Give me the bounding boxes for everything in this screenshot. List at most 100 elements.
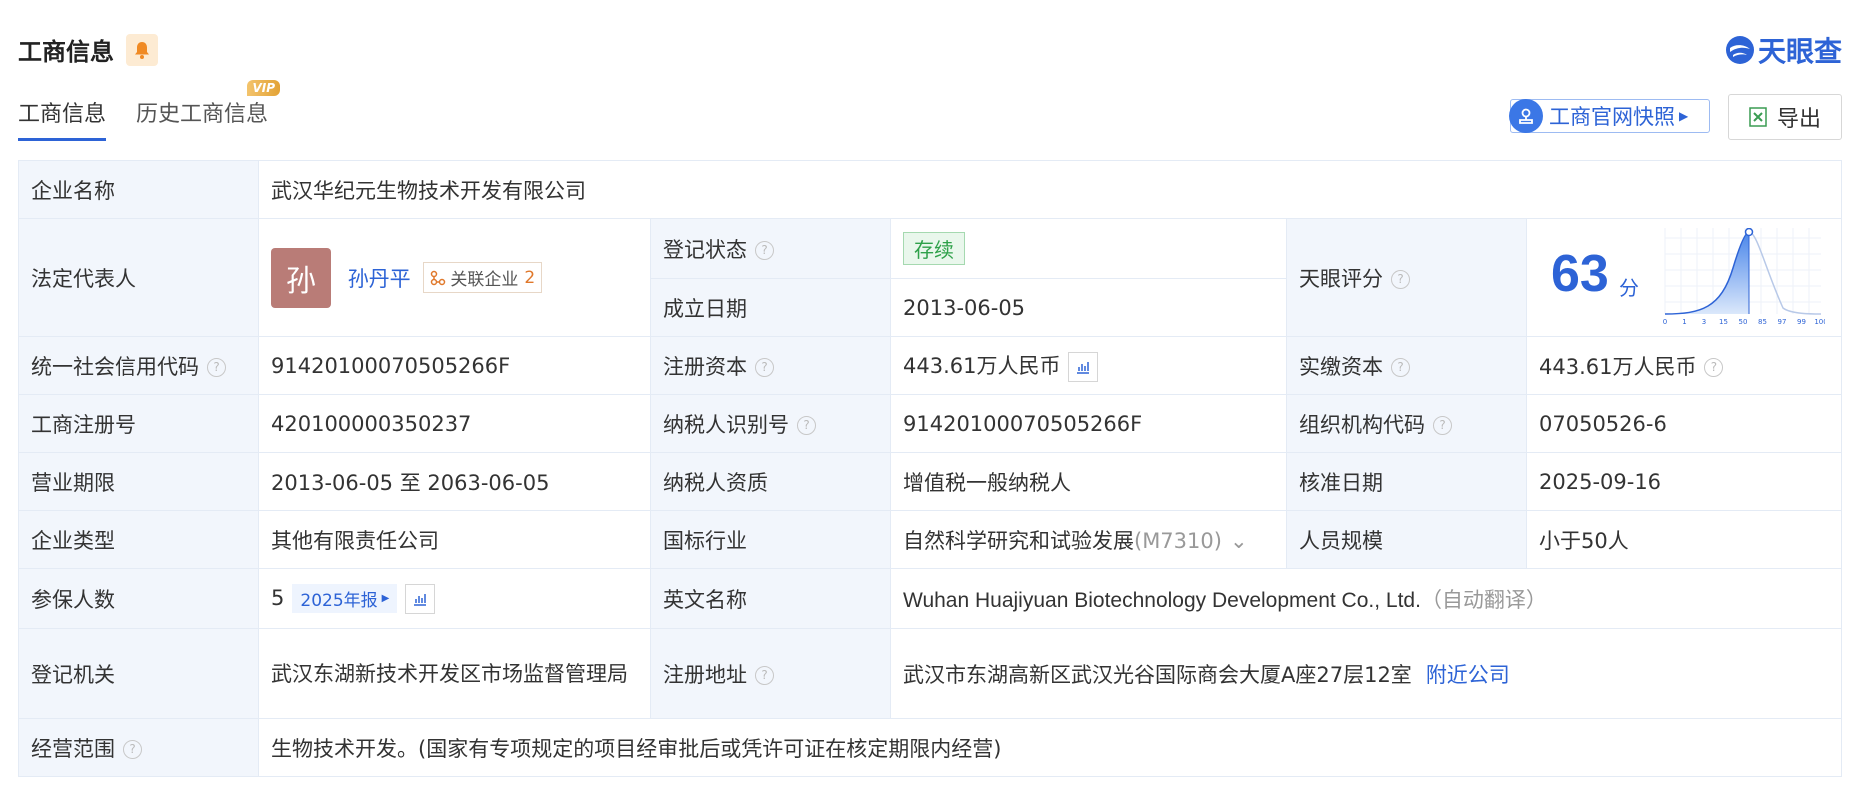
caret-right-icon: ▶	[1679, 109, 1689, 123]
legal-rep-cell: 孙 孙丹平 关联企业 2	[258, 218, 651, 337]
bell-icon[interactable]	[126, 33, 158, 66]
founded-label: 成立日期	[650, 278, 891, 337]
taxpayer-id-value: 91420100070505266F	[890, 394, 1287, 453]
status-badge: 存续	[903, 232, 965, 265]
company-type-value: 其他有限责任公司	[258, 510, 651, 569]
table-row: 经营范围? 生物技术开发。(国家有专项规定的项目经审批后或凭许可证在核定期限内经…	[18, 718, 1842, 777]
table-row: 营业期限 2013-06-05 至 2063-06-05 纳税人资质 增值税一般…	[18, 452, 1842, 511]
business-info-page: 工商信息 天眼查 工商信息 历史工商信息 VIP 工商官网快照 ▶ 导出 企业名…	[0, 0, 1876, 804]
legal-rep-label: 法定代表人	[18, 218, 259, 337]
reg-authority-label: 登记机关	[18, 628, 259, 719]
industry-value: 自然科学研究和试验发展	[903, 528, 1134, 553]
reg-address-label: 注册地址?	[650, 628, 891, 719]
reg-no-label: 工商注册号	[18, 394, 259, 453]
reg-status-cell: 存续	[890, 218, 1287, 279]
score-distribution-chart: 0 1 3 15 50 85 97 99 100	[1663, 227, 1825, 326]
reg-status-label: 登记状态?	[650, 218, 891, 279]
term-value: 2013-06-05 至 2063-06-05	[258, 452, 651, 511]
taxpayer-id-label: 纳税人识别号?	[650, 394, 891, 453]
annual-report-badge[interactable]: 2025年报 ▶	[292, 584, 398, 613]
help-icon[interactable]: ?	[755, 666, 774, 685]
tyc-score-label: 天眼评分?	[1286, 218, 1527, 337]
score-tick-label: 15	[1719, 318, 1728, 326]
help-icon[interactable]: ?	[755, 241, 774, 260]
auto-translate-note: （自动翻译）	[1420, 587, 1547, 612]
tab-business-info[interactable]: 工商信息	[18, 96, 107, 141]
network-icon	[431, 270, 446, 285]
related-companies-label: 关联企业	[450, 270, 519, 290]
org-code-label: 组织机构代码?	[1286, 394, 1527, 453]
help-icon[interactable]: ?	[1391, 358, 1410, 377]
excel-icon	[1749, 107, 1767, 127]
score-value: 63	[1551, 244, 1609, 303]
caret-right-icon: ▶	[381, 593, 390, 604]
score-unit: 分	[1619, 275, 1639, 300]
help-icon[interactable]: ?	[123, 740, 142, 759]
brand-logo: 天眼查	[1724, 30, 1842, 70]
approval-date-label: 核准日期	[1286, 452, 1527, 511]
help-icon[interactable]: ?	[1391, 270, 1410, 289]
tianyancha-logo-icon	[1725, 36, 1754, 64]
avatar[interactable]: 孙	[271, 247, 331, 308]
table-row: 统一社会信用代码? 91420100070505266F 注册资本? 443.6…	[18, 336, 1842, 395]
brand-name: 天眼查	[1757, 35, 1842, 68]
table-row: 法定代表人 孙 孙丹平 关联企业 2 登记状态? 存续 天眼评分? 63 分 0…	[18, 218, 1842, 337]
paid-capital-label: 实缴资本?	[1286, 336, 1527, 395]
score-tick-label: 99	[1797, 318, 1806, 326]
scope-value: 生物技术开发。(国家有专项规定的项目经审批后或凭许可证在核定期限内经营)	[258, 718, 1842, 777]
staff-size-label: 人员规模	[1286, 510, 1527, 569]
table-row: 工商注册号 420100000350237 纳税人识别号? 9142010007…	[18, 394, 1842, 453]
english-name-value: Wuhan Huajiyuan Biotechnology Developmen…	[903, 588, 1421, 612]
help-icon[interactable]: ?	[797, 416, 816, 435]
industry-code: (M7310)	[1134, 528, 1222, 553]
table-row: 登记机关 武汉东湖新技术开发区市场监督管理局 注册地址? 武汉市东湖高新区武汉光…	[18, 628, 1842, 719]
related-companies-count: 2	[524, 267, 536, 288]
help-icon[interactable]: ?	[207, 358, 226, 377]
reg-capital-cell: 443.61万人民币	[890, 336, 1287, 395]
industry-label: 国标行业	[650, 510, 891, 569]
score-tick-label: 85	[1758, 318, 1767, 326]
chart-trend-icon[interactable]	[405, 583, 436, 614]
tab-bar: 工商信息 历史工商信息 VIP	[18, 80, 298, 141]
chevron-down-icon[interactable]: ⌄	[1230, 529, 1248, 553]
help-icon[interactable]: ?	[1704, 358, 1724, 377]
score-tick-label: 0	[1663, 318, 1667, 326]
insured-value: 5	[271, 585, 285, 610]
founded-value: 2013-06-05	[890, 278, 1287, 337]
credit-code-value: 91420100070505266F	[258, 336, 651, 395]
official-snapshot-button[interactable]: 工商官网快照 ▶	[1509, 99, 1710, 133]
reg-authority-value: 武汉东湖新技术开发区市场监督管理局	[258, 628, 651, 719]
industry-cell[interactable]: 自然科学研究和试验发展(M7310) ⌄	[890, 510, 1287, 569]
nearby-companies-link[interactable]: 附近公司	[1426, 663, 1510, 687]
export-button[interactable]: 导出	[1728, 94, 1842, 140]
score-tick-label: 97	[1778, 318, 1787, 326]
table-row: 企业名称 武汉华纪元生物技术开发有限公司	[18, 160, 1842, 219]
reg-capital-value: 443.61万人民币	[903, 353, 1061, 378]
help-icon[interactable]: ?	[1433, 416, 1452, 435]
score-box: 63 分 0 1 3 15 50 85 97 99 100	[1527, 220, 1841, 336]
stamp-icon	[1509, 99, 1543, 133]
tax-qual-value: 增值税一般纳税人	[890, 452, 1287, 511]
insured-cell: 5 2025年报 ▶	[258, 568, 651, 629]
table-row: 企业类型 其他有限责任公司 国标行业 自然科学研究和试验发展(M7310) ⌄ 人…	[18, 510, 1842, 569]
reg-no-value: 420100000350237	[258, 394, 651, 453]
vip-badge: VIP	[247, 80, 281, 96]
chart-trend-icon[interactable]	[1068, 351, 1099, 382]
legal-rep-name-link[interactable]: 孙丹平	[348, 267, 411, 291]
company-name-label: 企业名称	[18, 160, 259, 219]
section-title: 工商信息	[18, 38, 114, 66]
tab-history-business-info[interactable]: 历史工商信息 VIP	[136, 80, 281, 141]
help-icon[interactable]: ?	[755, 358, 774, 377]
paid-capital-value: 443.61万人民币	[1539, 354, 1697, 379]
reg-capital-label: 注册资本?	[650, 336, 891, 395]
reg-address-cell: 武汉市东湖高新区武汉光谷国际商会大厦A座27层12室 附近公司	[890, 628, 1842, 719]
english-name-cell: Wuhan Huajiyuan Biotechnology Developmen…	[890, 568, 1842, 629]
english-name-label: 英文名称	[650, 568, 891, 629]
tyc-score-cell[interactable]: 63 分 0 1 3 15 50 85 97 99 100	[1526, 218, 1842, 337]
company-type-label: 企业类型	[18, 510, 259, 569]
paid-capital-cell: 443.61万人民币?	[1526, 336, 1842, 395]
related-companies-button[interactable]: 关联企业 2	[423, 262, 543, 293]
tax-qual-label: 纳税人资质	[650, 452, 891, 511]
reg-address-value: 武汉市东湖高新区武汉光谷国际商会大厦A座27层12室	[903, 662, 1412, 687]
table-row: 参保人数 5 2025年报 ▶ 英文名称 Wuhan Huajiyuan Biote…	[18, 568, 1842, 629]
